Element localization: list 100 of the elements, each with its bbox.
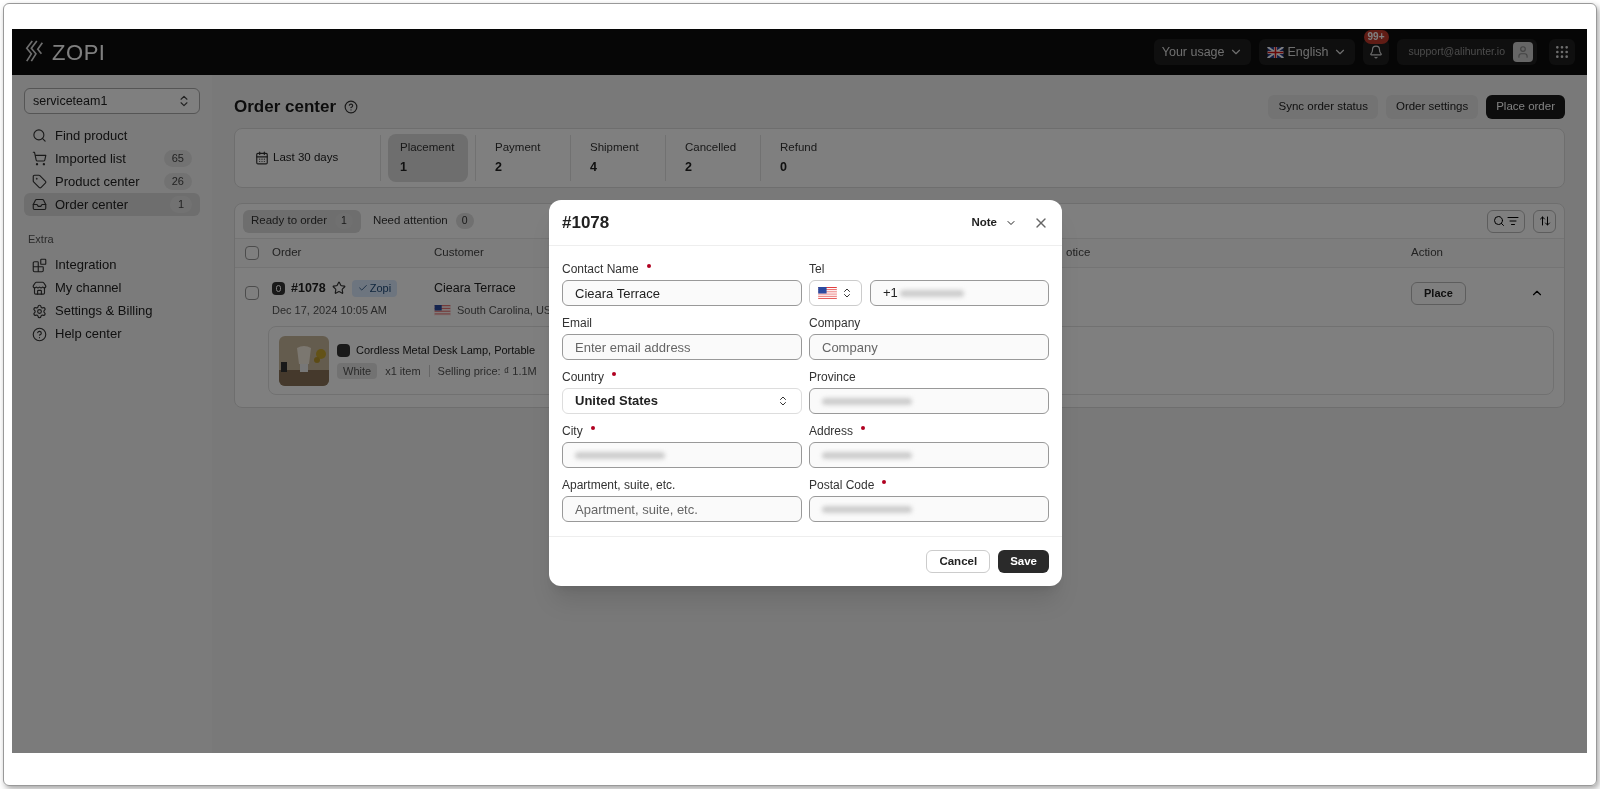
input-field[interactable] [809, 442, 1049, 468]
phone-field[interactable]: +1 [870, 280, 1049, 306]
inbox-icon [32, 197, 47, 212]
sidebar-label: Integration [55, 256, 117, 275]
sort-button[interactable] [1533, 209, 1556, 233]
sidebar-item[interactable]: Product center 26 [24, 170, 200, 193]
customer-name: Cieara Terrace [434, 280, 516, 297]
quantity: x1 item [385, 363, 421, 379]
required-mark [590, 426, 595, 430]
field-label: Company [809, 315, 861, 332]
field-label: Province [809, 369, 856, 386]
flag-icon [1266, 46, 1284, 58]
updown-icon [841, 287, 853, 299]
sidebar-item[interactable]: Help center [24, 322, 200, 346]
calendar-icon [255, 151, 269, 165]
field-label: Address [809, 423, 854, 440]
checkbox[interactable] [245, 246, 259, 260]
checkbox[interactable] [245, 286, 259, 300]
status-tab[interactable]: Payment 2 [483, 134, 563, 182]
country-code-select[interactable] [809, 280, 862, 306]
logo-text: ZOPI [52, 38, 106, 67]
required-mark [612, 372, 617, 376]
apps-button[interactable] [1549, 39, 1575, 65]
cancel-button[interactable]: Cancel [926, 550, 991, 573]
note-dropdown[interactable]: Note [971, 213, 1017, 232]
filter-tab[interactable]: Need attention 0 [364, 209, 482, 233]
count-badge: 1 [169, 196, 192, 213]
input-field[interactable] [562, 442, 802, 468]
settings-icon [32, 303, 47, 319]
star-icon[interactable] [331, 281, 346, 296]
sidebar-item[interactable]: My channel [24, 276, 200, 300]
sidebar-label: Product center [55, 172, 140, 191]
tag-icon [32, 174, 47, 189]
count-badge: 26 [163, 173, 192, 190]
action-button[interactable]: Place order [1486, 95, 1565, 119]
input-field[interactable]: Company [809, 334, 1049, 360]
filter-icon [1507, 215, 1519, 227]
sidebar-item[interactable]: Integration [24, 253, 200, 277]
action-button[interactable]: Sync order status [1268, 95, 1378, 119]
grid-icon [1554, 44, 1570, 60]
avatar [1513, 42, 1533, 62]
search-icon [32, 128, 47, 143]
sidebar-label: Settings & Billing [55, 302, 153, 321]
section-label: Extra [27, 232, 55, 247]
supplier-icon [337, 344, 350, 357]
date-range-button[interactable]: Last 30 days [243, 149, 373, 167]
sidebar-label: Order center [55, 195, 128, 214]
language-button[interactable]: English [1258, 39, 1355, 65]
input-field[interactable] [809, 496, 1049, 522]
updown-icon [777, 395, 789, 407]
product-title: Cordless Metal Desk Lamp, Portable [356, 343, 536, 359]
status-tab[interactable]: Shipment 4 [578, 134, 658, 182]
field-label: Postal Code [809, 477, 875, 494]
sidebar-item[interactable]: Find product [24, 124, 200, 147]
sidebar-item[interactable]: Imported list 65 [24, 147, 200, 170]
order-date: Dec 17, 2024 10:05 AM [272, 302, 388, 318]
notification-badge: 99+ [1363, 30, 1389, 44]
sidebar-label: Find product [55, 126, 128, 145]
flag-icon [818, 286, 837, 300]
action-button[interactable]: Order settings [1385, 95, 1479, 119]
workspace-select[interactable]: serviceteam1 [24, 88, 200, 114]
sidebar-label: Imported list [55, 149, 126, 168]
check-icon [357, 283, 368, 294]
page-title: Order center [234, 96, 337, 119]
count-badge: 65 [163, 150, 192, 167]
status-tab[interactable]: Placement 1 [388, 134, 468, 182]
field-label: Tel [809, 261, 825, 278]
column-header: Action [1411, 245, 1443, 261]
country-select[interactable]: United States [562, 388, 802, 414]
sidebar-item[interactable]: Order center 1 [24, 193, 200, 216]
help-icon [344, 100, 359, 114]
usage-button[interactable]: Your usage [1153, 39, 1251, 65]
status-tab[interactable]: Refund 0 [768, 134, 848, 182]
account-button[interactable]: support@alihunter.io [1396, 39, 1537, 65]
search-filter-button[interactable] [1487, 209, 1525, 233]
selling-price: Selling price: ₫ 1.1M [437, 363, 537, 379]
search-icon [1493, 215, 1505, 227]
sort-icon [1538, 215, 1551, 227]
sidebar-label: My channel [55, 279, 122, 298]
cart-icon [32, 151, 47, 166]
input-field[interactable]: Apartment, suite, etc. [562, 496, 802, 522]
flag-icon [434, 304, 451, 316]
input-field[interactable]: Enter email address [562, 334, 802, 360]
input-field[interactable] [809, 388, 1049, 414]
save-button[interactable]: Save [998, 550, 1049, 573]
input-field[interactable]: Cieara Terrace [562, 280, 802, 306]
store-icon [32, 280, 47, 296]
variant-tag: White [337, 362, 378, 380]
phone-prefix: +1 [883, 284, 898, 303]
sidebar-item[interactable]: Settings & Billing [24, 299, 200, 323]
status-tab[interactable]: Cancelled 2 [673, 134, 753, 182]
column-header: otice [1066, 245, 1092, 261]
field-label: Apartment, suite, etc. [562, 477, 676, 494]
column-header: Order [272, 245, 303, 261]
place-button[interactable]: Place [1411, 282, 1466, 305]
field-label: City [562, 423, 583, 440]
field-label: Contact Name [562, 261, 639, 278]
bell-icon [1368, 45, 1383, 59]
blocks-icon [32, 257, 47, 273]
filter-tab[interactable]: Ready to order 1 [243, 209, 361, 233]
